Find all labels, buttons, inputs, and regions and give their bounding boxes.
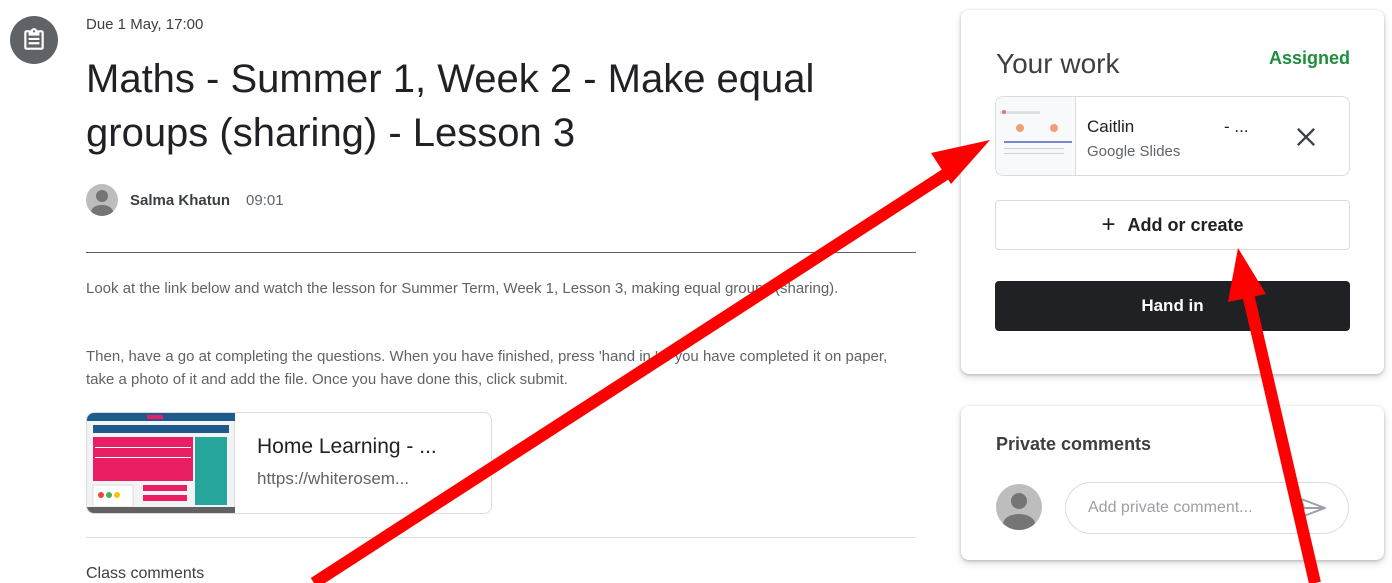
attachment-name: Caitlin bbox=[1087, 117, 1135, 136]
link-thumbnail bbox=[87, 413, 235, 513]
author-row: Salma Khatun 09:01 bbox=[86, 184, 284, 216]
clipboard-icon bbox=[24, 28, 44, 50]
link-text: Home Learning - ... https://whiterosem..… bbox=[235, 413, 437, 513]
author-name: Salma Khatun bbox=[130, 191, 231, 209]
link-title: Home Learning - ... bbox=[257, 435, 437, 458]
hand-in-button[interactable]: Hand in bbox=[995, 281, 1350, 331]
status-badge: Assigned bbox=[1268, 48, 1350, 68]
link-attachment[interactable]: Home Learning - ... https://whiterosem..… bbox=[86, 412, 492, 514]
description-paragraph-2: Then, have a go at completing the questi… bbox=[86, 348, 888, 388]
post-time: 09:01 bbox=[246, 191, 284, 209]
add-or-create-label: Add or create bbox=[1127, 214, 1244, 235]
divider bbox=[86, 252, 916, 253]
attachment-name-trail: - ... bbox=[1224, 117, 1249, 136]
private-comments-title: Private comments bbox=[996, 434, 1152, 454]
your-work-title: Your work bbox=[996, 48, 1120, 79]
link-url: https://whiterosem... bbox=[257, 469, 410, 488]
slides-attachment[interactable]: Caitlin - ... Google Slides bbox=[995, 96, 1350, 176]
add-or-create-button[interactable]: + Add or create bbox=[995, 200, 1350, 250]
plus-icon: + bbox=[1101, 211, 1116, 238]
avatar bbox=[86, 184, 118, 216]
due-date: Due 1 May, 17:00 bbox=[86, 16, 204, 33]
send-icon[interactable] bbox=[1299, 496, 1327, 520]
attachment-type: Google Slides bbox=[1087, 143, 1181, 160]
class-comments-heading: Class comments bbox=[86, 565, 205, 582]
attachment-thumbnail bbox=[996, 97, 1076, 175]
assignment-title: Maths - Summer 1, Week 2 - Make equal gr… bbox=[86, 57, 815, 155]
avatar bbox=[996, 484, 1042, 530]
private-comments-card: Private comments bbox=[961, 406, 1384, 560]
your-work-card: Your work Assigned Caitlin - ... Google … bbox=[961, 10, 1384, 374]
description-paragraph-1: Look at the link below and watch the les… bbox=[86, 280, 839, 297]
assignment-icon bbox=[10, 16, 58, 64]
divider bbox=[86, 537, 916, 538]
close-icon[interactable] bbox=[1292, 123, 1320, 151]
